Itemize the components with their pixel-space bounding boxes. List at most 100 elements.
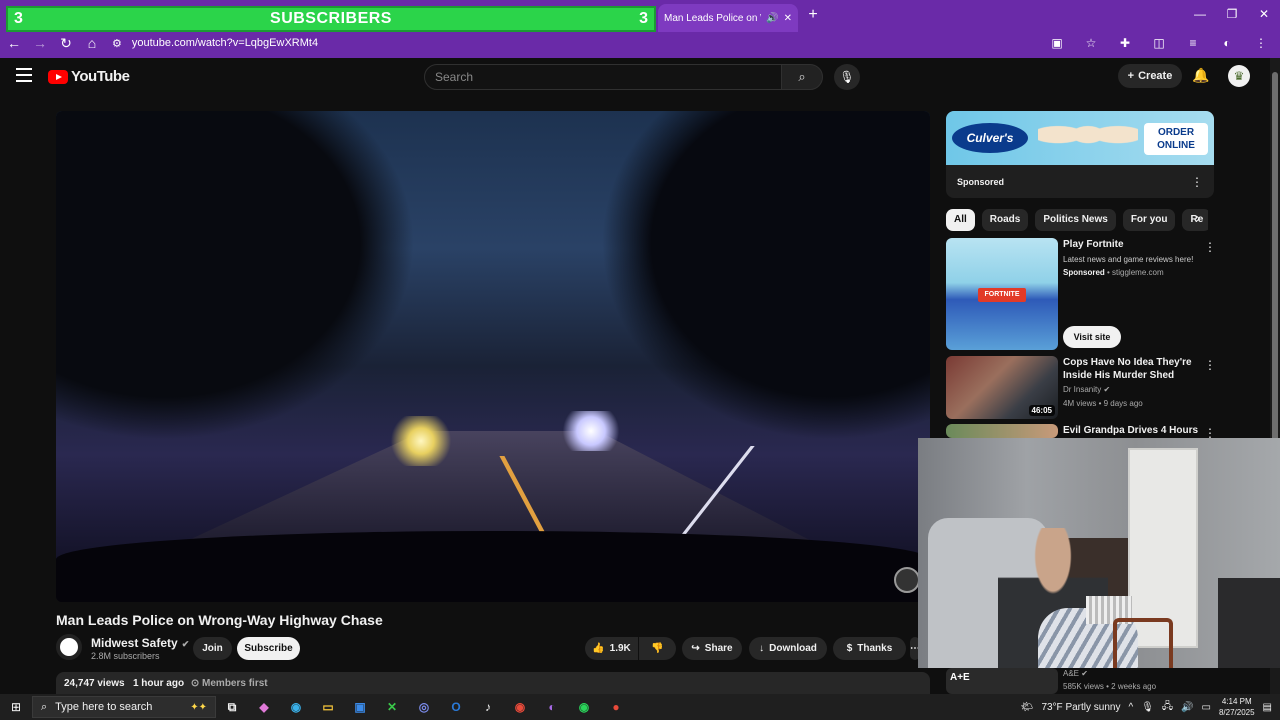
chip-roads[interactable]: Roads — [981, 209, 1029, 231]
home-icon[interactable]: ⌂ — [80, 31, 104, 55]
reload-icon[interactable]: ↻ — [54, 31, 78, 55]
xbox-icon[interactable]: ✕ — [376, 694, 408, 720]
chip-politics-news[interactable]: Politics News — [1035, 209, 1116, 231]
task-view-icon[interactable]: ⧉ — [216, 694, 248, 720]
video-player[interactable] — [56, 111, 930, 602]
channel-name[interactable]: Midwest Safety — [91, 636, 178, 650]
menu-dots-icon[interactable]: ⋮ — [1250, 32, 1272, 54]
file-explorer-icon[interactable]: ▭ — [312, 694, 344, 720]
thanks-icon: $ — [846, 643, 853, 654]
volume-icon[interactable]: 🔊 — [1181, 702, 1193, 713]
dislike-button[interactable]: 👎 — [639, 637, 676, 660]
network-icon[interactable]: 🖧 — [1162, 699, 1173, 716]
ad-brand-logo: Culver's — [952, 123, 1028, 153]
weather-icon[interactable]: 🌤 — [1021, 702, 1034, 713]
url-text: youtube.com/watch?v=LqbgEwXRMt4 — [131, 37, 319, 49]
chevron-right-icon[interactable]: › — [1190, 211, 1206, 229]
extensions-icon[interactable]: ✚ — [1114, 32, 1136, 54]
microphone-icon[interactable]: 🎙 — [834, 64, 860, 90]
video-thumbnail[interactable]: FORTNITE — [946, 238, 1058, 350]
members-first-badge: ⊙ Members first — [190, 678, 268, 689]
video-title: Man Leads Police on Wrong-Way Highway Ch… — [56, 612, 383, 628]
list-item[interactable]: A+E A&E ✔ 585K views • 2 weeks ago — [946, 668, 1216, 694]
youtube-logo[interactable]: YouTube — [48, 68, 130, 85]
ad-more-icon[interactable]: ⋮ — [1191, 175, 1203, 189]
ad-order-online-button[interactable]: ORDER ONLINE — [1144, 123, 1208, 155]
weather-text[interactable]: 73°F Partly sunny — [1041, 702, 1120, 713]
close-window-icon[interactable]: ✕ — [1248, 0, 1280, 28]
bookmark-star-icon[interactable]: ☆ — [1080, 32, 1102, 54]
chip-all[interactable]: All — [946, 209, 975, 231]
channel-name-row[interactable]: Midwest Safety ✔ — [91, 636, 189, 650]
tray-overflow-icon[interactable]: ^ — [1128, 702, 1133, 713]
video-thumbnail[interactable] — [946, 424, 1058, 438]
windows-start-icon[interactable]: ⊞ — [0, 694, 32, 720]
rec-channel[interactable]: A&E ✔ — [1063, 669, 1088, 678]
minimize-icon[interactable]: — — [1184, 0, 1216, 28]
media-icon[interactable]: ≡ — [1182, 32, 1204, 54]
battery-icon[interactable]: ▭ — [1202, 702, 1211, 713]
site-info-icon[interactable]: ⚙ — [112, 37, 122, 50]
browser-tab[interactable]: Man Leads Police on Wrong 🔊 ✕ — [658, 4, 798, 32]
upload-time: 1 hour ago — [132, 678, 185, 689]
tab-close-icon[interactable]: ✕ — [784, 13, 792, 24]
hamburger-menu-icon[interactable] — [16, 68, 32, 82]
notifications-icon[interactable]: ▤ — [1263, 702, 1272, 713]
video-thumbnail[interactable]: A+E — [946, 668, 1058, 694]
obs-icon[interactable]: ● — [600, 694, 632, 720]
back-icon[interactable]: ← — [2, 31, 26, 55]
restore-icon[interactable]: ❐ — [1216, 0, 1248, 28]
thanks-button[interactable]: $ Thanks — [833, 637, 906, 660]
list-item[interactable]: FORTNITE Play Fortnite Latest news and g… — [946, 238, 1216, 352]
search-input[interactable]: Search — [424, 64, 782, 90]
copilot-icon[interactable]: ◆ — [248, 694, 280, 720]
ad-banner-image[interactable]: Culver's ORDER ONLINE — [946, 111, 1214, 165]
download-button[interactable]: ↓ Download — [749, 637, 827, 660]
account-avatar[interactable]: ♛ — [1228, 65, 1250, 87]
description-box[interactable]: 24,747 views 1 hour ago ⊙ Members first — [56, 672, 930, 694]
spotify-icon[interactable]: ◉ — [568, 694, 600, 720]
discord-icon[interactable]: ◎ — [408, 694, 440, 720]
rec-title[interactable]: Cops Have No Idea They're Inside His Mur… — [1063, 356, 1203, 382]
chip-for-you[interactable]: For you — [1122, 209, 1176, 231]
download-icon: ↓ — [759, 643, 765, 654]
tiktok-icon[interactable]: ♪ — [472, 694, 504, 720]
edge-icon[interactable]: ◉ — [280, 694, 312, 720]
create-label: Create — [1138, 70, 1173, 82]
visit-site-button[interactable]: Visit site — [1063, 326, 1121, 348]
like-button[interactable]: 👍 1.9K — [585, 637, 638, 660]
taskbar-search-input[interactable]: ⌕ Type here to search ✦✦ — [32, 696, 216, 718]
list-item[interactable]: 46:05 Cops Have No Idea They're Inside H… — [946, 356, 1216, 420]
share-button[interactable]: ↪ Share — [682, 637, 742, 660]
cast-icon[interactable]: ▣ — [1046, 32, 1068, 54]
profile-icon[interactable]: ◐ — [1216, 32, 1238, 54]
chrome-icon[interactable]: ◉ — [504, 694, 536, 720]
sponsored-ad-card[interactable]: Culver's ORDER ONLINE Sponsored ⋮ — [946, 111, 1214, 198]
rec-description: Latest news and game reviews here! — [1063, 255, 1194, 264]
verified-check-icon: ✔ — [181, 639, 190, 649]
rec-channel[interactable]: Dr Insanity ✔ — [1063, 385, 1110, 394]
store-icon[interactable]: ▣ — [344, 694, 376, 720]
messenger-icon[interactable]: ◐ — [536, 694, 568, 720]
more-options-icon[interactable]: ⋮ — [1204, 240, 1216, 254]
address-bar[interactable]: ⚙ youtube.com/watch?v=LqbgEwXRMt4 — [104, 32, 1134, 54]
channel-avatar[interactable] — [56, 634, 82, 660]
subscribe-button[interactable]: Subscribe — [237, 637, 300, 660]
webcam-overlay — [918, 438, 1280, 668]
join-button[interactable]: Join — [193, 637, 232, 660]
system-clock[interactable]: 4:14 PM 8/27/2025 — [1219, 696, 1255, 718]
new-tab-icon[interactable]: + — [804, 6, 822, 24]
notifications-bell-icon[interactable]: 🔔 — [1192, 67, 1210, 85]
rec-title[interactable]: Play Fortnite — [1063, 238, 1203, 251]
address-bar-row: ← → ↻ ⌂ ⚙ youtube.com/watch?v=LqbgEwXRMt… — [0, 30, 1280, 56]
microphone-tray-icon[interactable]: 🎙 — [1141, 702, 1154, 713]
outlook-icon[interactable]: O — [440, 694, 472, 720]
create-button[interactable]: + Create — [1118, 64, 1182, 88]
list-item[interactable]: Evil Grandpa Drives 4 Hours to ⋮ — [946, 424, 1216, 449]
video-thumbnail[interactable]: 46:05 — [946, 356, 1058, 419]
search-icon[interactable]: ⌕ — [781, 64, 823, 90]
audio-icon[interactable]: 🔊 — [766, 13, 778, 24]
more-options-icon[interactable]: ⋮ — [1204, 358, 1216, 372]
forward-icon[interactable]: → — [28, 31, 52, 55]
sidebar-icon[interactable]: ◫ — [1148, 32, 1170, 54]
